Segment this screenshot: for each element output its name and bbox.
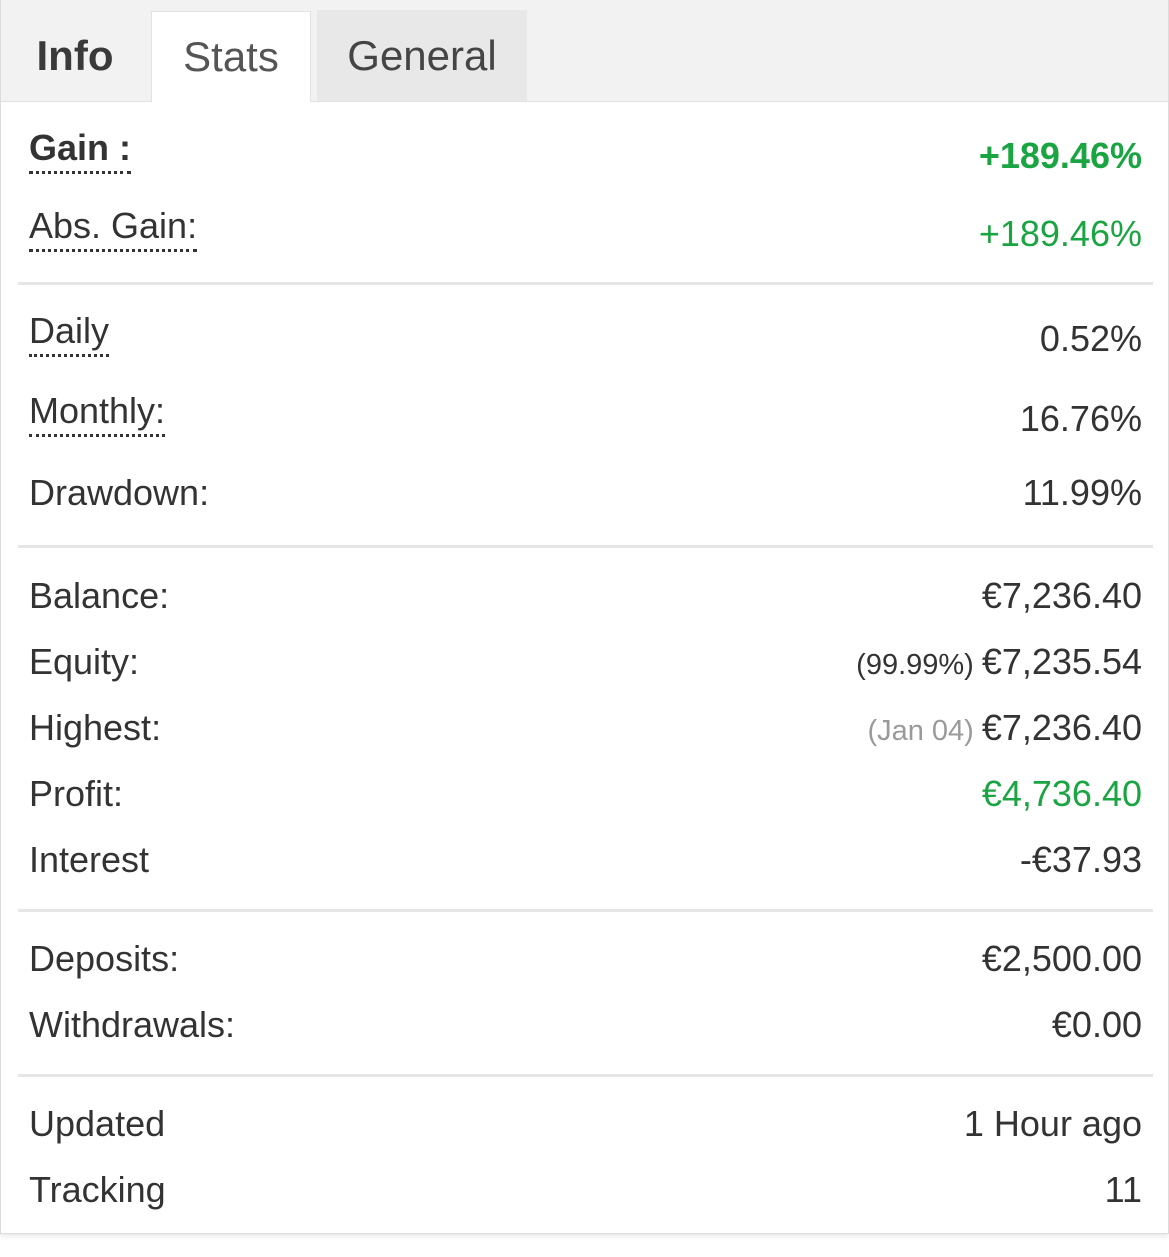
equity-value-group: (99.99%) €7,235.54 (856, 641, 1142, 683)
tracking-row: Tracking 11 (18, 1169, 1153, 1211)
monthly-label[interactable]: Monthly: (29, 390, 166, 437)
profit-value: €4,736.40 (981, 773, 1142, 814)
drawdown-value: 11.99% (1022, 472, 1142, 513)
divider (18, 909, 1153, 912)
updated-label: Updated (29, 1103, 166, 1144)
deposits-row: Deposits: €2,500.00 (18, 938, 1153, 979)
equity-percent: (99.99%) (856, 649, 974, 681)
interest-value: -€37.93 (1019, 839, 1142, 880)
divider (18, 282, 1153, 285)
withdrawals-value: €0.00 (1051, 1004, 1142, 1045)
monthly-row: Monthly: 16.76% (18, 390, 1153, 439)
withdrawals-label: Withdrawals: (29, 1004, 236, 1045)
equity-row: Equity: (99.99%) €7,235.54 (18, 641, 1153, 683)
highest-value-group: (Jan 04) €7,236.40 (867, 707, 1142, 749)
tab-general[interactable]: General (317, 10, 527, 101)
balance-label: Balance: (29, 575, 170, 616)
stats-panel: Info Stats General Gain : +189.46% Abs. … (0, 0, 1169, 1234)
withdrawals-row: Withdrawals: €0.00 (18, 1004, 1153, 1045)
tracking-label: Tracking (29, 1169, 166, 1210)
deposits-value: €2,500.00 (981, 938, 1142, 979)
abs-gain-value: +189.46% (978, 213, 1142, 254)
interest-label: Interest (29, 839, 150, 880)
profit-row: Profit: €4,736.40 (18, 773, 1153, 814)
tab-info[interactable]: Info (1, 10, 149, 101)
drawdown-row: Drawdown: 11.99% (18, 472, 1153, 513)
interest-row: Interest -€37.93 (18, 839, 1153, 880)
updated-row: Updated 1 Hour ago (18, 1103, 1153, 1144)
equity-value: €7,235.54 (981, 641, 1142, 682)
daily-value: 0.52% (1039, 318, 1142, 359)
balance-value: €7,236.40 (981, 575, 1142, 616)
drawdown-label: Drawdown: (29, 472, 210, 513)
gain-row: Gain : +189.46% (18, 127, 1153, 176)
abs-gain-label[interactable]: Abs. Gain: (29, 205, 198, 252)
gain-value: +189.46% (978, 135, 1142, 176)
tab-stats[interactable]: Stats (151, 11, 311, 102)
monthly-value: 16.76% (1019, 398, 1142, 439)
stats-content: Gain : +189.46% Abs. Gain: +189.46% Dail… (18, 102, 1153, 1210)
updated-value: 1 Hour ago (963, 1103, 1142, 1144)
profit-label: Profit: (29, 773, 124, 814)
daily-row: Daily 0.52% (18, 310, 1153, 359)
daily-label[interactable]: Daily (29, 310, 110, 357)
tab-bar: Info Stats General (1, 0, 1168, 102)
highest-date: (Jan 04) (867, 715, 974, 747)
tracking-value[interactable]: 11 (1105, 1169, 1142, 1211)
equity-label: Equity: (29, 641, 140, 682)
balance-row: Balance: €7,236.40 (18, 575, 1153, 616)
abs-gain-row: Abs. Gain: +189.46% (18, 205, 1153, 254)
deposits-label: Deposits: (29, 938, 180, 979)
divider (18, 1074, 1153, 1077)
highest-label: Highest: (29, 707, 162, 748)
highest-value: €7,236.40 (981, 707, 1142, 748)
highest-row: Highest: (Jan 04) €7,236.40 (18, 707, 1153, 749)
divider (18, 545, 1153, 548)
gain-label[interactable]: Gain : (29, 127, 132, 174)
